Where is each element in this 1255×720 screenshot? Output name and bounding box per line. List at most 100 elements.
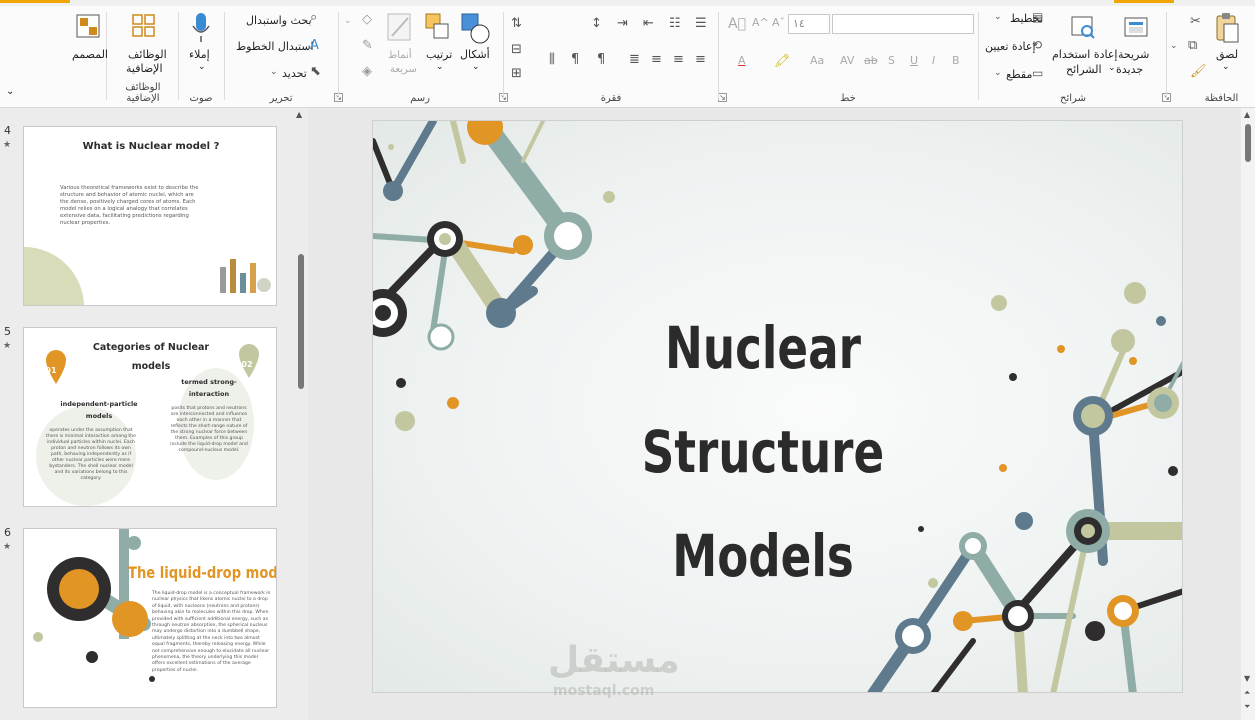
dictate-dropdown-icon[interactable]: ⌄	[198, 62, 206, 72]
powerpoint-window: لصق ⌄ ✂ ⧉ ⌄ 🖌 الحافظة ↘ شريحة جديدة ⌄	[0, 0, 1255, 720]
smartart-icon[interactable]: ⊞	[511, 66, 522, 81]
designer-icon[interactable]	[76, 14, 100, 40]
font-name-box[interactable]	[832, 14, 974, 34]
shadow-button[interactable]: S	[888, 54, 895, 67]
previous-slide-icon[interactable]: ⏶	[1244, 688, 1250, 698]
rtl-icon[interactable]: ¶	[597, 52, 605, 67]
center-icon[interactable]: ≡	[673, 52, 684, 67]
new-slide-icon[interactable]	[1123, 14, 1149, 40]
columns-icon[interactable]: ⫼	[549, 52, 555, 67]
main-slide-canvas[interactable]: Nuclear Structure Models	[372, 120, 1183, 693]
new-slide-button[interactable]: شريحة	[1118, 48, 1149, 61]
align-right-icon[interactable]: ≡	[695, 52, 706, 67]
decrease-font-icon[interactable]: Aˇ	[772, 16, 785, 29]
find-replace-button[interactable]: بحث واستبدال	[246, 14, 312, 27]
select-dropdown-icon[interactable]: ⌄	[270, 67, 278, 77]
microphone-icon[interactable]	[191, 12, 211, 44]
increase-indent-icon[interactable]: ⇥	[617, 16, 628, 31]
designer-button[interactable]: المصمم	[72, 48, 108, 61]
paste-icon[interactable]	[1214, 12, 1240, 44]
thumbnail-scrollbar[interactable]: ▲	[294, 108, 308, 720]
scroll-up-icon[interactable]: ▲	[296, 110, 302, 119]
shape-effects-icon[interactable]: ◈	[362, 64, 372, 79]
arrange-dropdown-icon[interactable]: ⌄	[436, 62, 444, 72]
new-slide-dropdown-icon[interactable]: ⌄	[1108, 63, 1116, 73]
new-slide-button-line2[interactable]: جديدة	[1116, 63, 1143, 76]
tab-accent-right	[1114, 0, 1174, 3]
strikethrough-button[interactable]: ab	[864, 54, 878, 67]
numbering-icon[interactable]: ☷	[669, 16, 681, 31]
reuse-slides-icon[interactable]	[1070, 14, 1096, 40]
clear-format-icon[interactable]: A⃠	[728, 16, 746, 32]
copy-dropdown-icon[interactable]: ⌄	[1170, 41, 1178, 51]
reset-icon: ⟲	[1032, 38, 1043, 52]
tab-accent	[0, 0, 70, 3]
underline-button[interactable]: U	[910, 54, 918, 67]
collapse-ribbon-icon[interactable]: ⌄	[6, 86, 14, 97]
scrollbar-thumb[interactable]	[298, 254, 304, 389]
bold-button[interactable]: B	[952, 54, 960, 67]
shapes-button[interactable]: أشكال	[460, 48, 490, 61]
paste-dropdown-icon[interactable]: ⌄	[1222, 62, 1230, 72]
dictate-button[interactable]: إملاء	[189, 48, 210, 61]
addins-button-line2[interactable]: الإضافية	[126, 62, 163, 75]
reset-button[interactable]: إعادة تعيين	[985, 40, 1036, 53]
quick-styles-button-line2[interactable]: سريعة	[390, 64, 417, 75]
cut-icon[interactable]: ✂	[1190, 14, 1201, 29]
format-painter-icon[interactable]: 🖌	[1190, 64, 1207, 79]
highlight-icon[interactable]: 🖍	[774, 54, 791, 69]
editor-scrollbar[interactable]: ▲ ▼ ⏶ ⏷	[1241, 108, 1255, 720]
decrease-indent-icon[interactable]: ⇤	[643, 16, 654, 31]
font-launcher-icon[interactable]: ↘	[718, 93, 727, 102]
voice-group: إملاء ⌄ صوت	[180, 6, 222, 106]
reuse-slides-button[interactable]: إعادة استخدام	[1052, 48, 1117, 61]
scroll-up-icon[interactable]: ▲	[1244, 110, 1250, 119]
font-size-box[interactable]: ١٤	[788, 14, 830, 34]
italic-button[interactable]: I	[932, 54, 935, 67]
addins-icon[interactable]	[132, 14, 156, 38]
quick-styles-button[interactable]: أنماط	[388, 50, 412, 61]
slide-thumbnail-6[interactable]: The liquid-drop model The liquid-drop mo…	[23, 528, 277, 708]
slide-thumbnail-5[interactable]: Categories of Nuclear models 01 02 indep…	[23, 327, 277, 507]
shapes-icon[interactable]	[460, 12, 490, 44]
slide-title[interactable]: Nuclear Structure Models	[599, 296, 927, 608]
paste-button[interactable]: لصق	[1216, 48, 1238, 61]
align-text-icon[interactable]: ⊟	[511, 42, 522, 57]
layout-dropdown-icon[interactable]: ⌄	[994, 12, 1002, 22]
editing-label: تحرير	[269, 93, 293, 104]
align-left-icon[interactable]: ≡	[651, 52, 662, 67]
char-spacing-button[interactable]: AV	[840, 54, 854, 67]
scrollbar-thumb[interactable]	[1245, 124, 1251, 162]
shape-fill-icon[interactable]: ◇	[362, 12, 372, 27]
left-heading: independent-particle	[60, 400, 138, 408]
arrange-button[interactable]: ترتيب	[426, 48, 452, 61]
ltr-icon[interactable]: ¶	[571, 52, 579, 67]
reuse-slides-button-line2[interactable]: الشرائح	[1066, 63, 1102, 76]
select-cursor-icon: ⬉	[310, 64, 321, 79]
clipboard-label: الحافظة	[1204, 93, 1239, 104]
section-button[interactable]: مقطع	[1006, 68, 1032, 81]
change-case-button[interactable]: Aa	[810, 54, 824, 67]
addins-button[interactable]: الوظائف	[128, 48, 167, 61]
group-divider	[178, 12, 179, 100]
slide-thumbnail-pane[interactable]: 4 ★ What is Nuclear model ? Various theo…	[0, 108, 294, 720]
shape-outline-icon[interactable]: ✎	[362, 38, 373, 53]
select-button[interactable]: تحديد	[282, 67, 307, 80]
slide-thumbnail-4[interactable]: What is Nuclear model ? Various theoreti…	[23, 126, 277, 306]
next-slide-icon[interactable]: ⏷	[1244, 702, 1250, 712]
bullets-icon[interactable]: ☰	[695, 16, 707, 31]
increase-font-icon[interactable]: A^	[752, 16, 769, 29]
text-direction-icon[interactable]: ⇅	[511, 16, 522, 31]
shapes-dropdown-icon[interactable]: ⌄	[472, 62, 480, 72]
fill-dropdown-icon[interactable]: ⌄	[344, 16, 352, 26]
line-spacing-icon[interactable]: ↕	[591, 16, 602, 31]
arrange-icon[interactable]	[424, 12, 452, 44]
quick-styles-icon[interactable]	[386, 12, 414, 44]
copy-icon[interactable]: ⧉	[1188, 38, 1197, 53]
replace-fonts-button[interactable]: استبدال الخطوط	[236, 40, 314, 53]
editing-group: بحث واستبدال ⌕ استبدال الخطوط A تحديد ⬉ …	[226, 6, 336, 106]
justify-icon[interactable]: ≣	[629, 52, 640, 67]
section-dropdown-icon[interactable]: ⌄	[994, 68, 1002, 78]
font-color-icon[interactable]: A	[738, 54, 746, 67]
scroll-down-icon[interactable]: ▼	[1244, 674, 1250, 683]
